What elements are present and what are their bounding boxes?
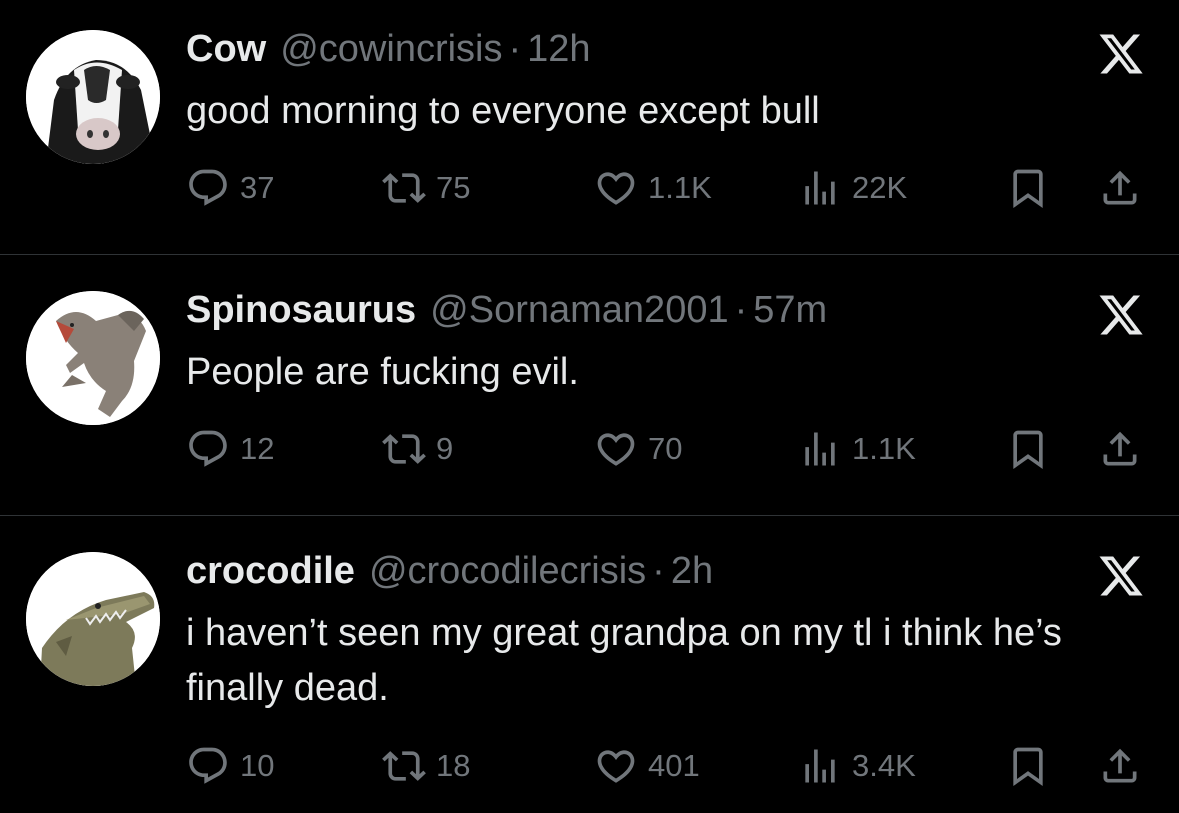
view-count: 1.1K <box>852 431 916 466</box>
retweet-button[interactable]: 18 <box>382 744 470 788</box>
timestamp[interactable]: 57m <box>753 289 827 332</box>
view-count: 22K <box>852 170 908 205</box>
heart-icon <box>594 166 638 210</box>
x-logo-icon <box>1097 30 1145 78</box>
share-icon <box>1098 427 1142 471</box>
tweet-text: i haven’t seen my great grandpa on my tl… <box>186 612 1062 709</box>
retweet-count: 18 <box>436 748 471 783</box>
user-handle[interactable]: @Sornaman2001 <box>430 289 728 332</box>
like-count: 1.1K <box>648 170 712 205</box>
tweet-text: People are fucking evil. <box>186 351 579 393</box>
reply-button[interactable]: 10 <box>186 744 274 788</box>
user-handle[interactable]: @crocodilecrisis <box>369 550 646 593</box>
views-button[interactable]: 1.1K <box>798 427 916 471</box>
reply-icon <box>186 427 230 471</box>
heart-icon <box>594 744 638 788</box>
retweet-icon <box>382 427 426 471</box>
views-icon <box>798 166 842 210</box>
bookmark-icon <box>1006 166 1050 210</box>
display-name[interactable]: Cow <box>186 28 266 71</box>
separator-dot: · <box>734 289 748 331</box>
share-icon <box>1098 166 1142 210</box>
like-count: 401 <box>648 748 700 783</box>
views-icon <box>798 744 842 788</box>
like-button[interactable]: 70 <box>594 427 682 471</box>
reply-count: 37 <box>240 170 275 205</box>
views-button[interactable]: 22K <box>798 166 907 210</box>
tweet-spinosaurus[interactable]: Spinosaurus @Sornaman2001 · 57m People a… <box>0 255 1179 515</box>
avatar-spinosaurus[interactable] <box>26 291 160 425</box>
retweet-count: 75 <box>436 170 471 205</box>
retweet-icon <box>382 166 426 210</box>
x-logo-icon <box>1097 291 1145 339</box>
like-button[interactable]: 1.1K <box>594 166 712 210</box>
bookmark-button[interactable] <box>1006 744 1050 788</box>
retweet-icon <box>382 744 426 788</box>
bookmark-icon <box>1006 744 1050 788</box>
timestamp[interactable]: 12h <box>527 28 590 71</box>
retweet-count: 9 <box>436 431 454 466</box>
display-name[interactable]: Spinosaurus <box>186 289 416 332</box>
views-icon <box>798 427 842 471</box>
like-count: 70 <box>648 431 683 466</box>
tweet-cow[interactable]: Cow @cowincrisis · 12h good morning to e… <box>0 0 1179 254</box>
views-button[interactable]: 3.4K <box>798 744 916 788</box>
avatar-cow[interactable] <box>26 30 160 164</box>
tweet-actions: 10 18 401 3.4K <box>186 744 1146 788</box>
tweet-header: crocodile @crocodilecrisis · 2h <box>186 550 713 600</box>
bookmark-icon <box>1006 427 1050 471</box>
reply-icon <box>186 166 230 210</box>
separator-dot: · <box>652 550 665 592</box>
reply-button[interactable]: 37 <box>186 166 274 210</box>
retweet-button[interactable]: 9 <box>382 427 453 471</box>
reply-count: 12 <box>240 431 275 466</box>
tweet-header: Cow @cowincrisis · 12h <box>186 28 591 78</box>
share-icon <box>1098 744 1142 788</box>
user-handle[interactable]: @cowincrisis <box>280 28 502 71</box>
tweet-crocodile[interactable]: crocodile @crocodilecrisis · 2h i haven’… <box>0 516 1179 813</box>
avatar-crocodile[interactable] <box>26 552 160 686</box>
tweet-actions: 37 75 1.1K 22K <box>186 166 1146 210</box>
reply-button[interactable]: 12 <box>186 427 274 471</box>
tweet-actions: 12 9 70 1.1K <box>186 427 1146 471</box>
display-name[interactable]: crocodile <box>186 550 355 593</box>
like-button[interactable]: 401 <box>594 744 700 788</box>
separator-dot: · <box>508 28 522 70</box>
bookmark-button[interactable] <box>1006 166 1050 210</box>
reply-icon <box>186 744 230 788</box>
tweet-header: Spinosaurus @Sornaman2001 · 57m <box>186 289 827 339</box>
share-button[interactable] <box>1098 166 1142 210</box>
share-button[interactable] <box>1098 744 1142 788</box>
reply-count: 10 <box>240 748 275 783</box>
heart-icon <box>594 427 638 471</box>
view-count: 3.4K <box>852 748 916 783</box>
retweet-button[interactable]: 75 <box>382 166 470 210</box>
x-logo-icon <box>1097 552 1145 600</box>
share-button[interactable] <box>1098 427 1142 471</box>
tweet-text: good morning to everyone except bull <box>186 90 820 132</box>
bookmark-button[interactable] <box>1006 427 1050 471</box>
timestamp[interactable]: 2h <box>671 550 713 593</box>
